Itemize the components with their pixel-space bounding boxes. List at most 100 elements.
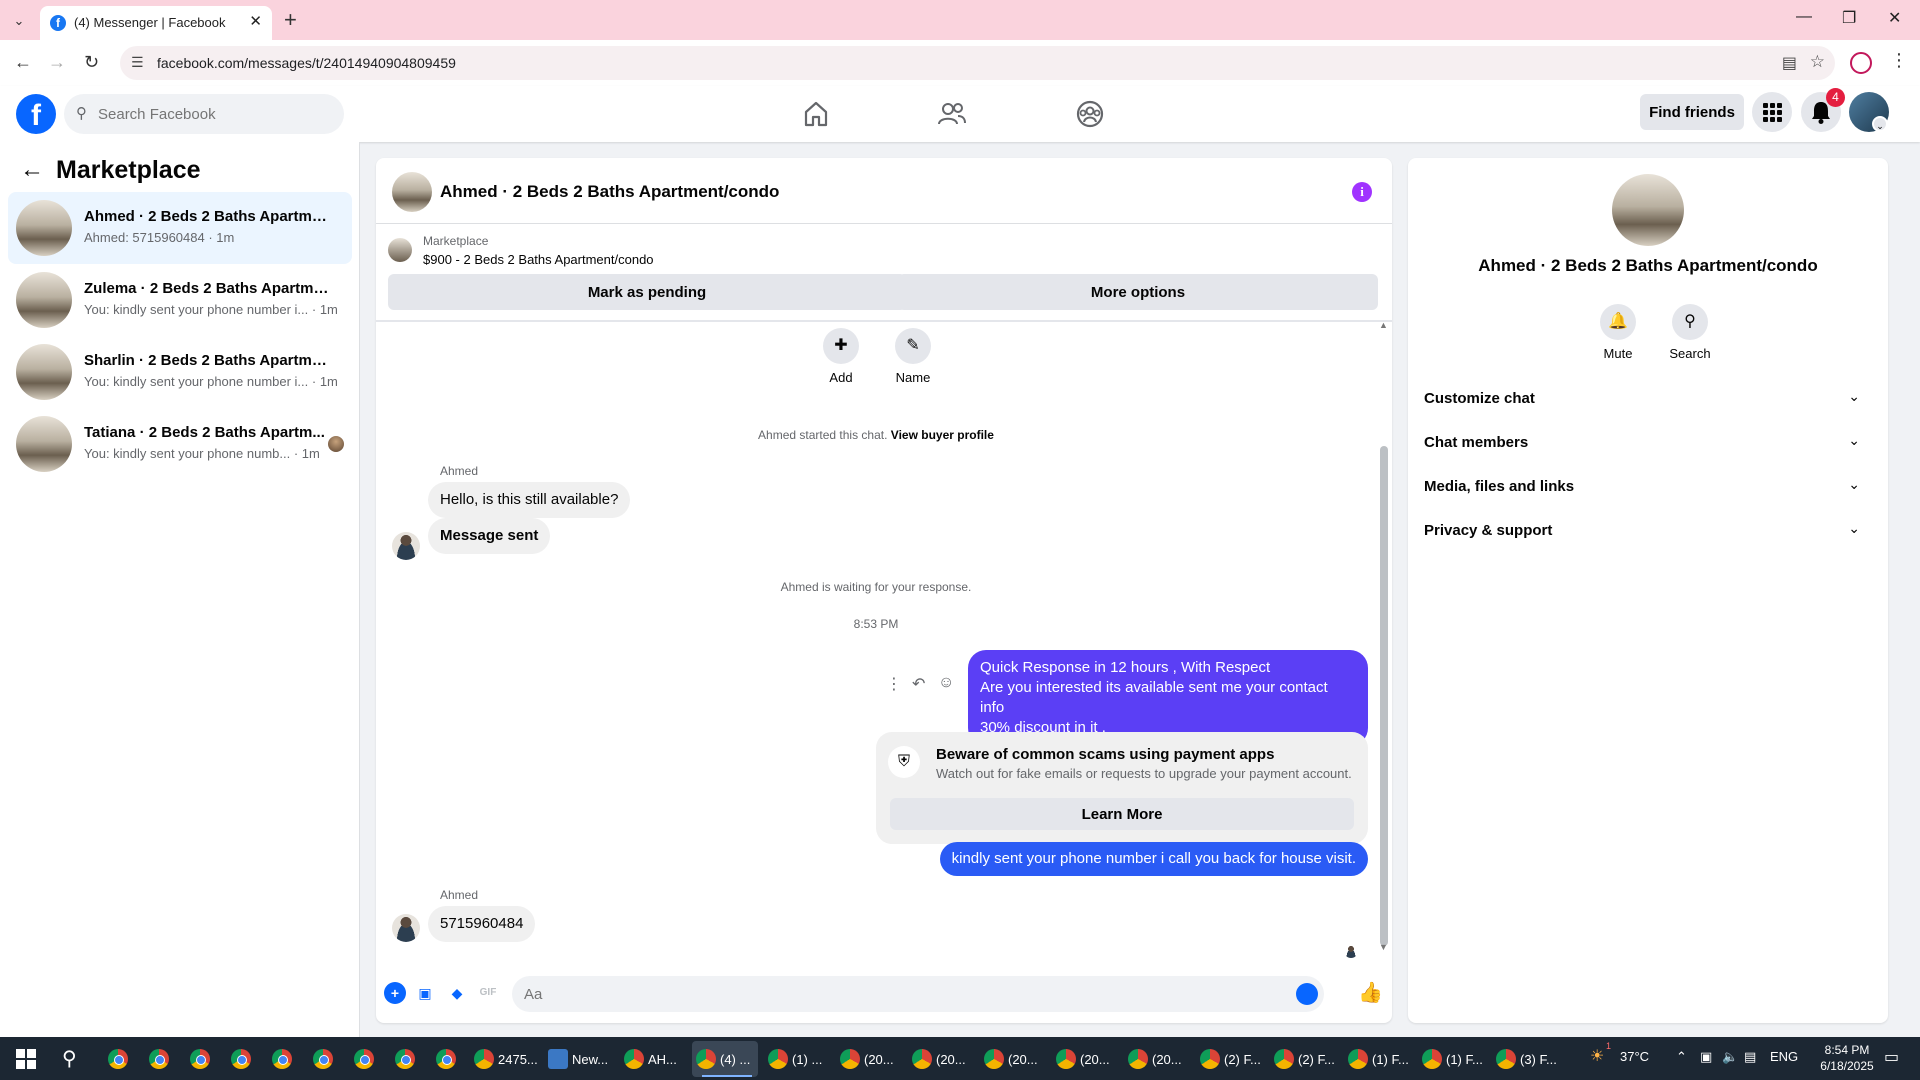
mark-as-pending-button[interactable]: Mark as pending — [388, 274, 906, 310]
chrome-icon[interactable] — [225, 1043, 257, 1075]
incoming-message[interactable]: 5715960484 — [428, 906, 536, 942]
tab-search-chevron-icon[interactable]: ⌄ — [8, 10, 30, 32]
sender-avatar[interactable] — [392, 532, 420, 560]
message-input-box[interactable] — [512, 976, 1324, 1012]
like-thumbs-up-icon[interactable]: 👍 — [1358, 982, 1383, 1004]
media-files-links-section[interactable]: Media, files and links ⌄ — [1424, 466, 1872, 510]
conversation-item[interactable]: Sharlin · 2 Beds 2 Baths Apartment... Yo… — [8, 336, 352, 408]
reload-icon[interactable]: ↻ — [84, 52, 99, 73]
minimize-icon[interactable]: — — [1796, 8, 1812, 26]
conversation-item[interactable]: Tatiana · 2 Beds 2 Baths Apartm... You: … — [8, 408, 352, 480]
friends-icon[interactable] — [936, 98, 968, 130]
taskbar-window[interactable]: (20... — [836, 1041, 902, 1077]
facebook-search[interactable]: ⚲ — [64, 94, 344, 134]
taskbar-window[interactable]: (2) F... — [1270, 1041, 1340, 1077]
taskbar-window[interactable]: (20... — [1124, 1041, 1190, 1077]
facebook-search-input[interactable] — [98, 94, 328, 134]
taskbar-window[interactable]: (20... — [980, 1041, 1046, 1077]
scroll-up-icon[interactable]: ▲ — [1379, 320, 1388, 330]
chat-scrollbar[interactable]: ▲ ▼ — [1378, 320, 1388, 954]
groups-icon[interactable] — [1074, 98, 1106, 130]
volume-icon[interactable]: 🔈 — [1722, 1049, 1738, 1065]
restore-icon[interactable]: ❐ — [1842, 8, 1856, 28]
tray-chevron-icon[interactable]: ⌃ — [1676, 1049, 1687, 1065]
chrome-icon[interactable] — [143, 1043, 175, 1075]
forward-icon[interactable]: → — [48, 52, 66, 73]
temperature-text[interactable]: 37°C — [1620, 1049, 1649, 1064]
view-buyer-profile-link[interactable]: View buyer profile — [891, 428, 994, 442]
listing-avatar[interactable] — [1612, 174, 1684, 246]
bookmark-star-icon[interactable]: ☆ — [1810, 52, 1825, 72]
back-icon[interactable]: ← — [14, 52, 32, 73]
plus-icon[interactable]: + — [384, 982, 406, 1004]
address-bar[interactable]: ☰ facebook.com/messages/t/24014940904809… — [120, 46, 1835, 80]
new-tab-icon[interactable]: + — [284, 7, 297, 33]
taskbar-window[interactable]: (3) F... — [1492, 1041, 1562, 1077]
taskbar-window[interactable]: AH... — [620, 1041, 686, 1077]
install-app-icon[interactable]: ▤ — [1782, 53, 1797, 73]
close-window-icon[interactable]: ✕ — [1888, 8, 1901, 28]
message-input[interactable] — [524, 976, 1264, 1012]
url-text[interactable]: facebook.com/messages/t/2401494090480945… — [157, 55, 456, 71]
chat-thumbnail[interactable] — [392, 172, 432, 212]
incoming-message[interactable]: Hello, is this still available? — [428, 482, 631, 518]
taskbar-window[interactable]: (20... — [1052, 1041, 1118, 1077]
browser-tab-messenger[interactable]: f (4) Messenger | Facebook ✕ — [40, 6, 272, 40]
taskbar-window[interactable]: (1) ... — [764, 1041, 830, 1077]
info-icon[interactable]: i — [1352, 182, 1372, 202]
listing-price-title[interactable]: $900 - 2 Beds 2 Baths Apartment/condo — [423, 252, 654, 267]
privacy-support-section[interactable]: Privacy & support ⌄ — [1424, 510, 1872, 554]
conversation-item[interactable]: Zulema · 2 Beds 2 Baths Apartmen... You:… — [8, 264, 352, 336]
notification-center-icon[interactable]: ▭ — [1884, 1047, 1899, 1067]
scroll-down-icon[interactable]: ▼ — [1379, 942, 1388, 952]
network-icon[interactable]: ▤ — [1744, 1049, 1756, 1065]
account-chevron-icon[interactable]: ⌄ — [1872, 116, 1888, 132]
chrome-icon[interactable] — [389, 1043, 421, 1075]
chrome-icon[interactable] — [266, 1043, 298, 1075]
back-arrow-icon[interactable]: ← — [20, 156, 44, 184]
page-scrollbar[interactable] — [1906, 86, 1920, 1036]
incoming-message[interactable]: Message sent — [428, 518, 551, 554]
chrome-icon[interactable] — [307, 1043, 339, 1075]
windows-start-icon[interactable] — [16, 1049, 36, 1069]
site-settings-icon[interactable]: ☰ — [131, 54, 144, 71]
outgoing-message[interactable]: kindly sent your phone number i call you… — [939, 842, 1368, 876]
more-actions-icon[interactable]: ⋮ — [886, 674, 902, 694]
sender-avatar[interactable] — [392, 914, 420, 942]
facebook-logo-icon[interactable]: f — [16, 94, 56, 134]
taskbar-window[interactable]: (2) F... — [1196, 1041, 1266, 1077]
close-tab-icon[interactable]: ✕ — [249, 12, 262, 30]
chrome-icon[interactable] — [348, 1043, 380, 1075]
name-chat-action[interactable]: ✎ Name — [878, 328, 948, 385]
menu-grid-button[interactable] — [1752, 92, 1792, 132]
language-indicator[interactable]: ENG — [1770, 1049, 1798, 1064]
photo-icon[interactable]: ▣ — [414, 982, 436, 1004]
chat-title[interactable]: Ahmed · 2 Beds 2 Baths Apartment/condo — [440, 182, 779, 202]
taskbar-search-icon[interactable]: ⚲ — [62, 1046, 77, 1071]
browser-menu-icon[interactable]: ⋮ — [1890, 50, 1908, 71]
find-friends-button[interactable]: Find friends — [1640, 94, 1744, 130]
emoji-icon[interactable] — [1296, 983, 1318, 1005]
taskbar-window-active[interactable]: (4) ... — [692, 1041, 758, 1077]
chrome-icon[interactable] — [102, 1043, 134, 1075]
add-people-action[interactable]: ✚ Add — [806, 328, 876, 385]
scrollbar-thumb[interactable] — [1380, 446, 1388, 946]
customize-chat-section[interactable]: Customize chat ⌄ — [1424, 378, 1872, 422]
taskbar-window[interactable]: 2475... — [470, 1041, 540, 1077]
react-emoji-icon[interactable]: ☺ — [938, 674, 954, 692]
more-options-button[interactable]: More options — [898, 274, 1378, 310]
learn-more-button[interactable]: Learn More — [890, 798, 1354, 830]
taskbar-window[interactable]: (1) F... — [1418, 1041, 1488, 1077]
conversation-item[interactable]: Ahmed · 2 Beds 2 Baths Apartmen... Ahmed… — [8, 192, 352, 264]
chrome-icon[interactable] — [430, 1043, 462, 1075]
mute-action[interactable]: 🔔 Mute — [1588, 304, 1648, 361]
search-action[interactable]: ⚲ Search — [1660, 304, 1720, 361]
reply-icon[interactable]: ↶ — [912, 674, 925, 694]
chrome-icon[interactable] — [184, 1043, 216, 1075]
taskbar-clock[interactable]: 8:54 PM 6/18/2025 — [1812, 1042, 1882, 1074]
taskbar-window[interactable]: (20... — [908, 1041, 974, 1077]
device-icon[interactable]: ▣ — [1700, 1049, 1712, 1065]
home-icon[interactable] — [800, 98, 832, 130]
chat-members-section[interactable]: Chat members ⌄ — [1424, 422, 1872, 466]
browser-profile-icon[interactable] — [1850, 52, 1872, 74]
